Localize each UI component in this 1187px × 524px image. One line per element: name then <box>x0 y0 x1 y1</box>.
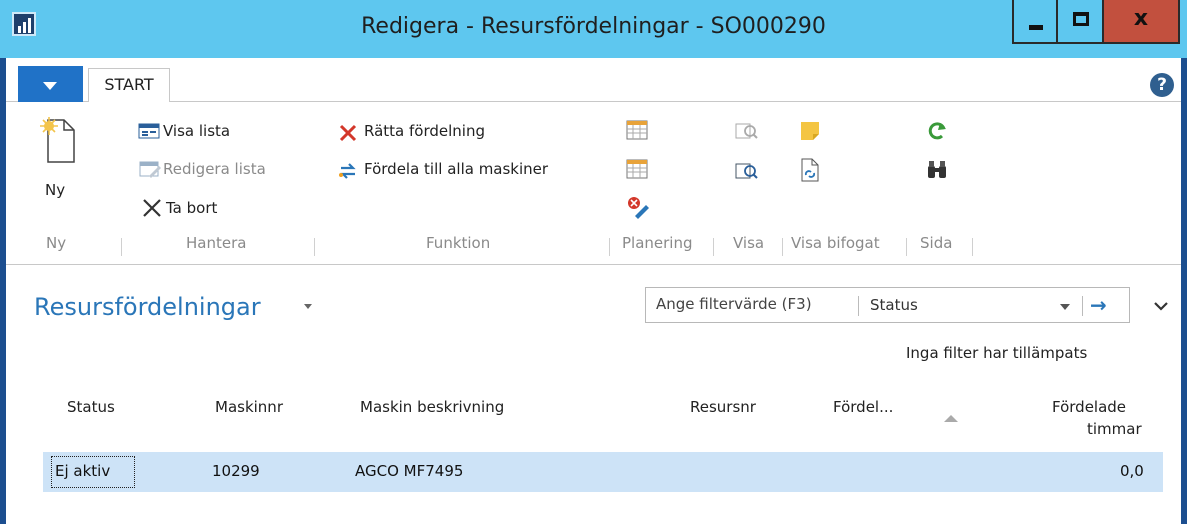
cell-allocated-hours[interactable]: 0,0 <box>1120 462 1144 480</box>
close-icon: x <box>1133 6 1149 31</box>
cell-machine-no[interactable]: 10299 <box>212 462 260 480</box>
group-label-view: Visa <box>733 234 765 252</box>
column-header-allocation[interactable]: Fördel... <box>833 398 893 416</box>
group-label-planning: Planering <box>622 234 693 252</box>
group-separator <box>713 238 714 256</box>
file-menu-tab[interactable] <box>18 66 83 102</box>
links-icon[interactable] <box>799 158 821 186</box>
delete-icon <box>142 198 162 222</box>
group-label-manage: Hantera <box>186 234 247 252</box>
filter-field-select[interactable]: Status <box>870 296 918 314</box>
chevron-down-icon[interactable] <box>1060 304 1070 310</box>
calendar-icon[interactable] <box>626 120 648 144</box>
expand-chevron-icon[interactable] <box>1153 297 1169 316</box>
group-label-attachments: Visa bifogat <box>791 234 880 252</box>
sort-ascending-icon <box>944 415 958 422</box>
column-header-allocated-hours[interactable]: Fördelade <box>1052 398 1126 416</box>
edit-planning-icon[interactable] <box>626 196 650 224</box>
print-preview-icon[interactable] <box>735 160 759 184</box>
group-separator <box>906 238 907 256</box>
ribbon-tab-strip <box>6 58 1181 102</box>
allocate-all-icon <box>337 160 359 186</box>
group-separator <box>609 238 610 256</box>
group-separator <box>782 238 783 256</box>
filter-divider <box>1082 296 1083 316</box>
group-label-new: Ny <box>46 234 67 252</box>
find-icon[interactable] <box>926 160 948 184</box>
column-header-allocated-hours-line2[interactable]: timmar <box>1087 420 1142 438</box>
new-button[interactable]: Ny <box>45 181 65 199</box>
chevron-down-icon <box>43 82 57 90</box>
correct-allocation-icon <box>338 123 358 147</box>
minimize-button[interactable] <box>1012 0 1058 44</box>
chevron-down-icon[interactable] <box>304 304 312 309</box>
preview-icon[interactable] <box>735 120 759 144</box>
filter-divider <box>858 296 859 316</box>
column-header-machine-description[interactable]: Maskin beskrivning <box>360 398 504 416</box>
edit-list-button[interactable]: Redigera lista <box>163 160 266 178</box>
delete-button[interactable]: Ta bort <box>166 199 217 217</box>
window-title: Redigera - Resursfördelningar - SO000290 <box>361 14 826 39</box>
edit-list-icon <box>139 160 161 182</box>
help-icon[interactable]: ? <box>1150 73 1174 97</box>
show-list-button[interactable]: Visa lista <box>163 122 230 140</box>
minimize-icon <box>1029 25 1043 30</box>
show-list-icon <box>138 122 160 144</box>
table-row[interactable]: Ej aktiv 10299 AGCO MF7495 0,0 <box>43 452 1163 492</box>
group-label-page: Sida <box>920 234 953 252</box>
filter-value-input[interactable]: Ange filtervärde (F3) <box>656 295 812 313</box>
arrow-right-icon[interactable]: → <box>1090 293 1107 317</box>
column-header-status[interactable]: Status <box>67 398 115 416</box>
close-button[interactable]: x <box>1102 0 1180 44</box>
new-document-icon <box>40 116 76 168</box>
column-header-machine-no[interactable]: Maskinnr <box>215 398 283 416</box>
tab-start[interactable]: START <box>88 68 170 102</box>
column-header-resource-no[interactable]: Resursnr <box>690 398 756 416</box>
cell-machine-description[interactable]: AGCO MF7495 <box>355 462 463 480</box>
group-separator <box>121 238 122 256</box>
cell-status[interactable]: Ej aktiv <box>55 462 110 480</box>
group-label-function: Funktion <box>426 234 491 252</box>
page-title[interactable]: Resursfördelningar <box>34 293 261 321</box>
refresh-icon[interactable] <box>926 120 948 146</box>
group-separator <box>314 238 315 256</box>
maximize-button[interactable] <box>1056 0 1104 44</box>
group-separator <box>972 238 973 256</box>
allocate-all-button[interactable]: Fördela till alla maskiner <box>364 160 548 178</box>
correct-allocation-button[interactable]: Rätta fördelning <box>364 122 485 140</box>
calendar-view-icon[interactable] <box>626 159 648 183</box>
note-icon[interactable] <box>799 120 821 146</box>
filter-status-text: Inga filter har tillämpats <box>906 344 1088 362</box>
filter-bar: Ange filtervärde (F3) Status → <box>645 287 1130 323</box>
maximize-icon <box>1073 12 1089 26</box>
